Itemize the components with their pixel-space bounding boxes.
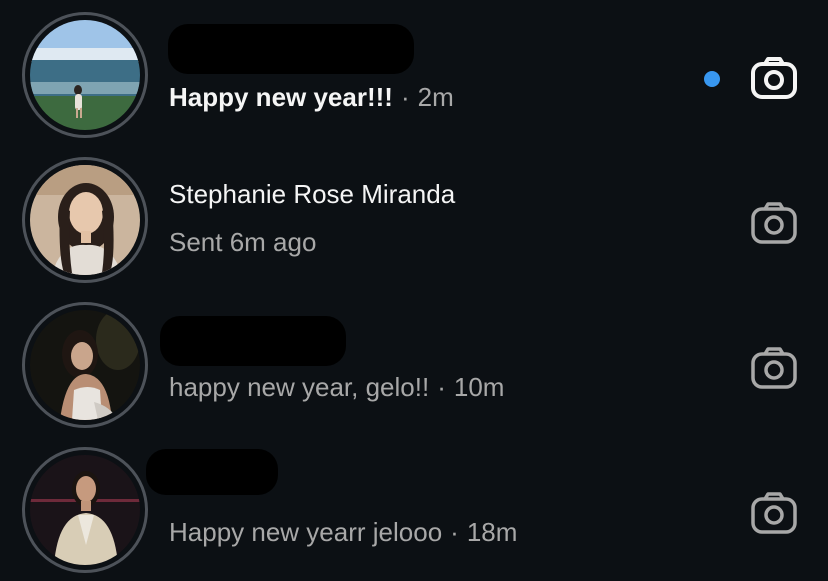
message-preview: Happy new yearr jelooo · 18m (169, 517, 518, 547)
avatar (30, 310, 140, 420)
thread-row[interactable]: Happy new yearr jelooo · 18m (0, 435, 828, 580)
story-ring[interactable] (22, 12, 148, 138)
message-preview: Happy new year!!! · 2m (169, 82, 454, 112)
redacted-username (168, 24, 414, 74)
avatar (30, 20, 140, 130)
camera-icon[interactable] (750, 56, 798, 100)
thread-row[interactable]: Happy new year!!! · 2m (0, 0, 828, 145)
thread-row[interactable]: Stephanie Rose Miranda Sent 6m ago (0, 145, 828, 290)
story-ring[interactable] (22, 157, 148, 283)
camera-icon[interactable] (750, 491, 798, 535)
camera-icon[interactable] (750, 346, 798, 390)
thread-row[interactable]: happy new year, gelo!! · 10m (0, 290, 828, 435)
message-preview: happy new year, gelo!! · 10m (169, 372, 505, 402)
message-preview: Sent 6m ago (169, 227, 317, 257)
redacted-username (160, 316, 346, 366)
story-ring[interactable] (22, 302, 148, 428)
thread-name: Stephanie Rose Miranda (169, 179, 456, 209)
avatar (30, 455, 140, 565)
avatar (30, 165, 140, 275)
redacted-username (146, 449, 278, 495)
story-ring[interactable] (22, 447, 148, 573)
camera-icon[interactable] (750, 201, 798, 245)
unread-indicator (704, 71, 720, 87)
